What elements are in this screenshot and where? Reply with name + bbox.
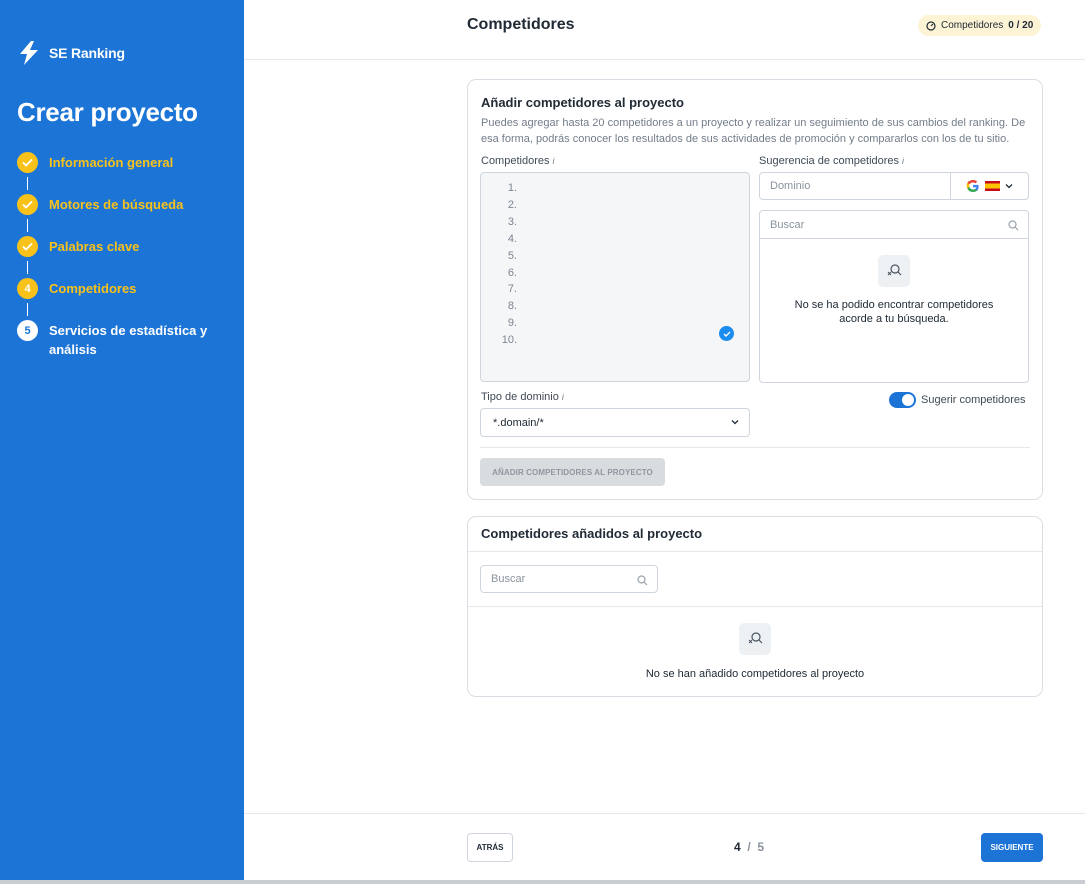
brand-name: SE Ranking <box>49 45 125 61</box>
domain-type-label-text: Tipo de dominio <box>481 391 559 403</box>
added-competitors-card: Competidores añadidos al proyecto Buscar… <box>467 516 1043 697</box>
grammar-check-icon[interactable] <box>719 326 734 341</box>
divider <box>468 551 1042 552</box>
suggestions-panel: Buscar No se ha podido encontrar competi… <box>759 210 1029 383</box>
divider <box>468 606 1042 607</box>
step-label: Palabras clave <box>49 239 140 254</box>
step-connector <box>27 219 28 232</box>
chevron-down-icon <box>1005 184 1013 189</box>
suggest-competitors-label: Sugerir competidores <box>921 394 1026 406</box>
added-competitors-search-input[interactable]: Buscar <box>480 565 658 593</box>
line-number: 5. <box>507 249 517 262</box>
added-competitors-title: Competidores añadidos al proyecto <box>481 526 703 541</box>
domain-placeholder: Dominio <box>770 180 811 192</box>
back-button[interactable]: ATRÁS <box>467 833 513 862</box>
add-competitors-button[interactable]: AÑADIR COMPETIDORES AL PROYECTO <box>480 458 665 486</box>
window-bottom-edge <box>0 880 1085 884</box>
line-number: 2. <box>507 198 517 211</box>
step-servicios-estadistica[interactable]: 5 Servicios de estadística y análisis <box>17 320 232 359</box>
domain-type-field-label: Tipo de dominio i <box>481 391 564 403</box>
step-pager: 4 / 5 <box>734 840 764 854</box>
line-number: 6. <box>507 266 517 279</box>
pager-separator: / <box>747 840 751 854</box>
step-check-icon <box>17 194 38 215</box>
google-icon <box>966 180 979 192</box>
no-results-icon <box>739 623 771 655</box>
divider <box>480 447 1030 448</box>
step-motores-de-busqueda[interactable]: Motores de búsqueda <box>17 194 232 215</box>
step-number-badge: 5 <box>17 320 38 341</box>
add-competitors-description: Puedes agregar hasta 20 competidores a u… <box>481 117 1026 145</box>
spain-flag-icon <box>985 181 1000 191</box>
info-icon[interactable]: i <box>552 156 554 166</box>
wizard-steps: Información general Motores de búsqueda … <box>17 152 232 359</box>
add-competitors-card: Añadir competidores al proyecto Puedes a… <box>467 79 1043 500</box>
chevron-down-icon <box>731 420 739 425</box>
counter-value: 0 / 20 <box>1008 20 1034 31</box>
search-placeholder: Buscar <box>491 573 526 585</box>
suggestions-search-input[interactable]: Buscar <box>760 211 1028 239</box>
step-number-badge: 4 <box>17 278 38 299</box>
page-header: Competidores Competidores 0 / 20 <box>244 0 1085 60</box>
line-number: 3. <box>507 215 517 228</box>
line-number: 9. <box>507 317 517 330</box>
competitors-counter-badge: Competidores 0 / 20 <box>918 15 1042 36</box>
step-label: Información general <box>49 155 174 170</box>
suggestion-field-label: Sugerencia de competidores i <box>759 155 904 167</box>
step-label: Motores de búsqueda <box>49 197 184 212</box>
suggest-competitors-toggle-wrap: Sugerir competidores <box>889 392 1026 408</box>
gauge-icon <box>926 20 936 31</box>
domain-type-value: *.domain/* <box>493 416 544 429</box>
current-step: 4 <box>734 840 741 854</box>
line-number: 1. <box>507 182 517 194</box>
line-number: 7. <box>507 283 517 296</box>
step-connector <box>27 303 28 316</box>
step-connector <box>27 261 28 274</box>
competitors-label-text: Competidores <box>481 155 550 167</box>
no-results-icon <box>878 255 910 287</box>
line-numbers: 1. 2. 3. 4. 5. 6. 7. 8. 9. 10. <box>489 180 517 349</box>
page-title: Competidores <box>467 16 575 33</box>
search-icon <box>637 575 648 586</box>
logo[interactable]: SE Ranking <box>18 41 125 65</box>
wizard-title: Crear proyecto <box>17 97 198 127</box>
info-icon[interactable]: i <box>562 392 564 402</box>
counter-label: Competidores <box>941 20 1004 31</box>
domain-input[interactable]: Dominio <box>759 172 1029 200</box>
suggest-competitors-toggle[interactable] <box>889 392 916 408</box>
step-connector <box>27 177 28 190</box>
info-icon[interactable]: i <box>902 156 904 166</box>
sidebar: SE Ranking Crear proyecto Información ge… <box>0 0 244 880</box>
search-icon <box>1008 220 1019 231</box>
add-competitors-title: Añadir competidores al proyecto <box>481 95 684 110</box>
step-check-icon <box>17 236 38 257</box>
line-number: 4. <box>507 232 517 245</box>
step-label: Servicios de estadística y análisis <box>49 323 208 357</box>
search-placeholder: Buscar <box>770 218 805 231</box>
wizard-footer: ATRÁS 4 / 5 SIGUIENTE <box>244 813 1085 880</box>
no-suggestions-message: No se ha podido encontrar competidores a… <box>794 299 994 325</box>
line-number: 10. <box>501 334 517 347</box>
step-check-icon <box>17 152 38 173</box>
competitors-field-label: Competidores i <box>481 155 554 167</box>
step-palabras-clave[interactable]: Palabras clave <box>17 236 232 257</box>
next-button[interactable]: SIGUIENTE <box>981 833 1043 862</box>
total-steps: 5 <box>757 840 765 854</box>
lightning-logo-icon <box>20 41 38 65</box>
no-added-competitors-message: No se han añadido competidores al proyec… <box>645 668 865 680</box>
suggestion-label-text: Sugerencia de competidores <box>759 155 900 167</box>
line-number: 8. <box>507 300 517 313</box>
domain-type-select[interactable]: *.domain/* <box>480 408 750 437</box>
search-engine-select[interactable] <box>950 173 1028 199</box>
step-competidores[interactable]: 4 Competidores <box>17 278 232 299</box>
competitors-textarea[interactable]: 1. 2. 3. 4. 5. 6. 7. 8. 9. 10. <box>480 172 750 382</box>
step-label: Competidores <box>49 281 137 296</box>
step-informacion-general[interactable]: Información general <box>17 152 232 173</box>
